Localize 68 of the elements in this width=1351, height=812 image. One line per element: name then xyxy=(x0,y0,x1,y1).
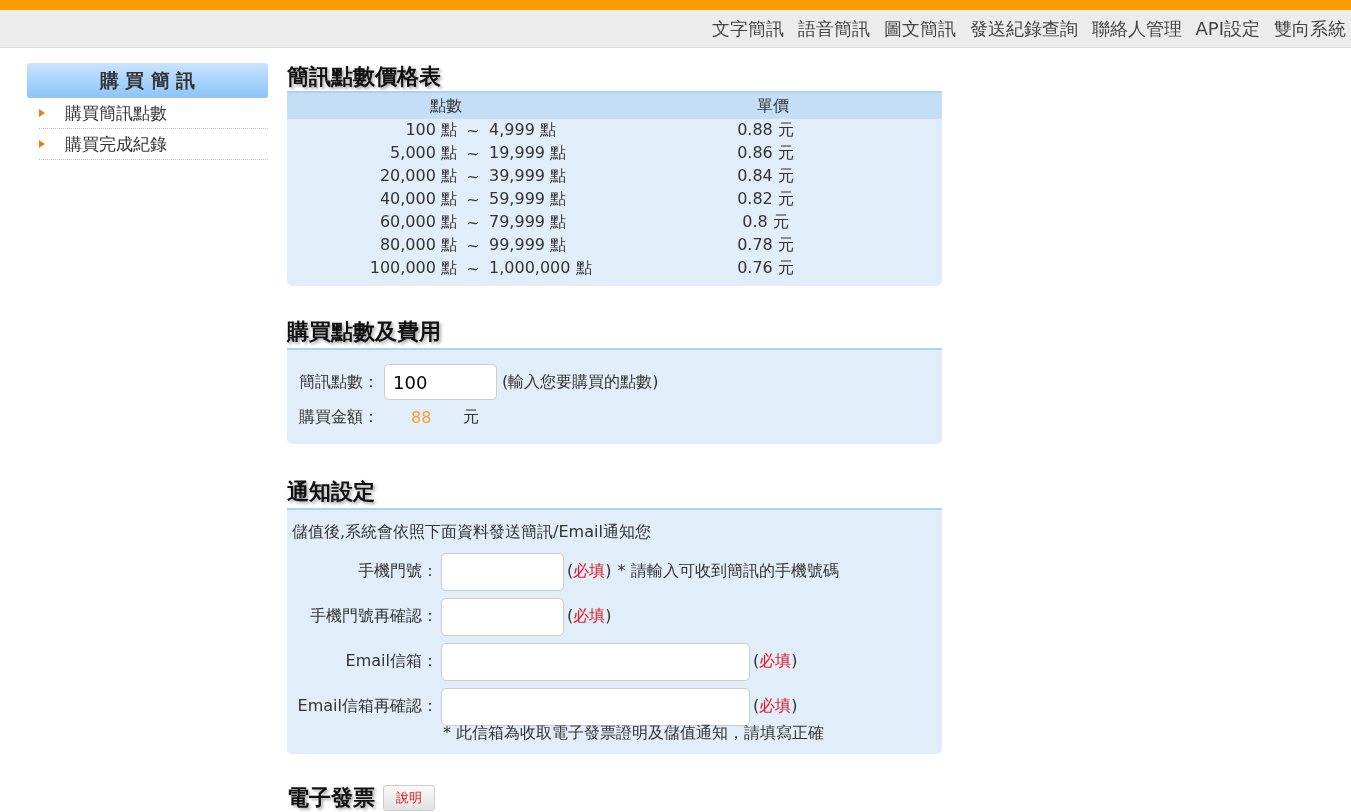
currency-label: 元 xyxy=(463,406,479,428)
table-cell: 39,999 點 xyxy=(489,165,604,188)
table-cell: 0.78 元 xyxy=(604,234,942,257)
nav-link[interactable]: 雙向系統 xyxy=(1274,16,1346,41)
table-cell: 100 點 xyxy=(287,119,457,142)
table-cell: 0.84 元 xyxy=(604,165,942,188)
table-cell: 0.82 元 xyxy=(604,188,942,211)
triangle-bullet-icon xyxy=(39,109,45,117)
table-cell: ~ xyxy=(457,257,489,286)
column-header: 點數 xyxy=(287,92,604,119)
table-cell: 5,000 點 xyxy=(287,142,457,165)
input-field[interactable] xyxy=(441,642,750,681)
table-cell: 1,000,000 點 xyxy=(489,257,604,286)
field-hint: (輸入您要購買的點數) xyxy=(502,371,659,393)
table-cell: 100,000 點 xyxy=(287,257,457,286)
table-cell: 0.86 元 xyxy=(604,142,942,165)
table-cell: 20,000 點 xyxy=(287,165,457,188)
table-cell: 40,000 點 xyxy=(287,188,457,211)
sidebar-item[interactable]: 購買簡訊點數 xyxy=(39,98,268,129)
nav-link[interactable]: 圖文簡訊 xyxy=(883,16,956,41)
help-button[interactable]: 說明 xyxy=(383,785,435,811)
field-label: Email信箱再確認： xyxy=(296,696,438,717)
table-cell: 59,999 點 xyxy=(489,188,604,211)
required-note: (必填) xyxy=(753,651,798,672)
table-cell: ~ xyxy=(457,142,489,165)
table-cell: ~ xyxy=(457,165,489,188)
sidebar-header: 購 買 簡 訊 xyxy=(27,63,268,98)
intro-text: 儲值後,系統會依照下面資料發送簡訊/Email通知您 xyxy=(292,522,652,543)
table-cell: 80,000 點 xyxy=(287,234,457,257)
input-field[interactable] xyxy=(441,552,564,591)
field-label: 簡訊點數： xyxy=(299,371,379,393)
column-header: 單價 xyxy=(604,92,942,119)
table-cell: 19,999 點 xyxy=(489,142,604,165)
field-label: Email信箱： xyxy=(344,651,438,672)
table-cell: 4,999 點 xyxy=(489,119,604,142)
required-note: (必填) xyxy=(567,606,612,627)
sidebar-item[interactable]: 購買完成紀錄 xyxy=(39,129,268,160)
table-cell: 99,999 點 xyxy=(489,234,604,257)
input-field[interactable] xyxy=(441,597,564,636)
section-title: 電子發票 xyxy=(287,784,375,812)
table-cell: 0.8 元 xyxy=(604,211,942,234)
points-input-field[interactable]: 100 xyxy=(384,364,497,400)
nav-link[interactable]: API設定 xyxy=(1195,16,1260,41)
required-note: (必填) xyxy=(567,561,612,582)
table-cell: 79,999 點 xyxy=(489,211,604,234)
required-note: (必填) xyxy=(753,696,798,717)
table-cell: ~ xyxy=(457,119,489,142)
nav-link[interactable]: 文字簡訊 xyxy=(711,16,784,41)
triangle-bullet-icon xyxy=(39,140,45,148)
nav-link[interactable]: 語音簡訊 xyxy=(797,16,870,41)
field-hint: * 請輸入可收到簡訊的手機號碼 xyxy=(617,561,839,582)
section-title: 購買點數及費用 xyxy=(287,318,441,346)
input-field[interactable] xyxy=(441,687,750,726)
table-cell: ~ xyxy=(457,188,489,211)
section-title: 簡訊點數價格表 xyxy=(287,63,441,91)
table-cell: ~ xyxy=(457,234,489,257)
table-cell: 0.76 元 xyxy=(604,257,942,286)
nav-link[interactable]: 聯絡人管理 xyxy=(1091,16,1182,41)
nav-link[interactable]: 發送紀錄查詢 xyxy=(969,16,1078,41)
table-cell: 60,000 點 xyxy=(287,211,457,234)
amount-value: 88 xyxy=(411,407,433,427)
footnote-text: * 此信箱為收取電子發票證明及儲值通知，請填寫正確 xyxy=(443,723,826,744)
field-label: 手機門號再確認： xyxy=(309,606,438,627)
field-label: 購買金額： xyxy=(299,406,379,428)
section-title: 通知設定 xyxy=(287,478,375,506)
table-cell: ~ xyxy=(457,211,489,234)
table-cell: 0.88 元 xyxy=(604,119,942,142)
field-label: 手機門號： xyxy=(357,561,438,582)
